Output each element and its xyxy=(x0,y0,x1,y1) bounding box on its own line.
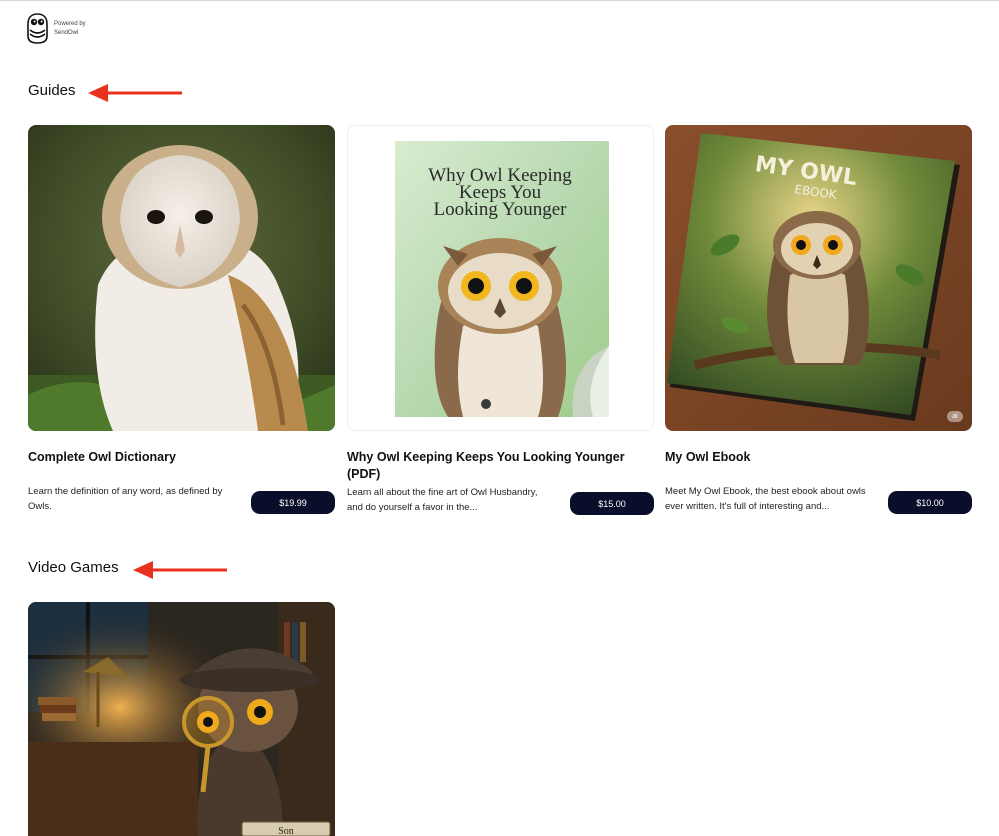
product-title[interactable]: Complete Owl Dictionary xyxy=(28,449,335,466)
product-description: Learn the definition of any word, as def… xyxy=(28,486,223,512)
section-title-video-games: Video Games xyxy=(28,559,119,576)
product-card[interactable]: Son xyxy=(28,602,335,836)
product-image-owl-ebook[interactable]: MY OWL EBOOK ai xyxy=(665,125,972,431)
product-image-detective-owl[interactable]: Son xyxy=(28,602,335,836)
product-image-barn-owl[interactable] xyxy=(28,125,335,431)
product-title[interactable]: My Owl Ebook xyxy=(665,449,972,466)
annotation-arrow-icon xyxy=(133,561,227,579)
powered-by-text: Powered by SendOwl xyxy=(54,20,86,38)
product-description: Meet My Owl Ebook, the best ebook about … xyxy=(665,486,866,512)
product-card[interactable]: Why Owl Keeping Keeps You Looking Younge… xyxy=(347,125,654,515)
sendowl-logo[interactable]: Powered by SendOwl xyxy=(27,13,86,44)
price-button[interactable]: $19.99 xyxy=(251,491,335,514)
price-button[interactable]: $15.00 xyxy=(570,492,654,515)
powered-by-line: Powered by xyxy=(54,20,86,27)
annotation-arrow-icon xyxy=(88,84,182,102)
sendowl-line: SendOwl xyxy=(54,29,79,36)
product-title[interactable]: Why Owl Keeping Keeps You Looking Younge… xyxy=(347,449,654,483)
price-button[interactable]: $10.00 xyxy=(888,491,972,514)
top-border xyxy=(0,0,999,3)
product-description: Learn all about the fine art of Owl Husb… xyxy=(347,487,538,513)
ai-badge: ai xyxy=(947,411,963,422)
product-card[interactable]: MY OWL EBOOK ai My Owl Ebook Meet My Owl… xyxy=(665,125,972,514)
product-image-owl-guide[interactable]: Why Owl Keeping Keeps You Looking Younge… xyxy=(347,125,654,431)
owl-logo-icon xyxy=(27,13,48,44)
section-title-guides: Guides xyxy=(28,82,76,99)
game-plaque-text: Son xyxy=(278,826,294,836)
cover-title-line3: Looking Younger xyxy=(433,199,567,220)
product-card[interactable]: Complete Owl Dictionary Learn the defini… xyxy=(28,125,335,514)
